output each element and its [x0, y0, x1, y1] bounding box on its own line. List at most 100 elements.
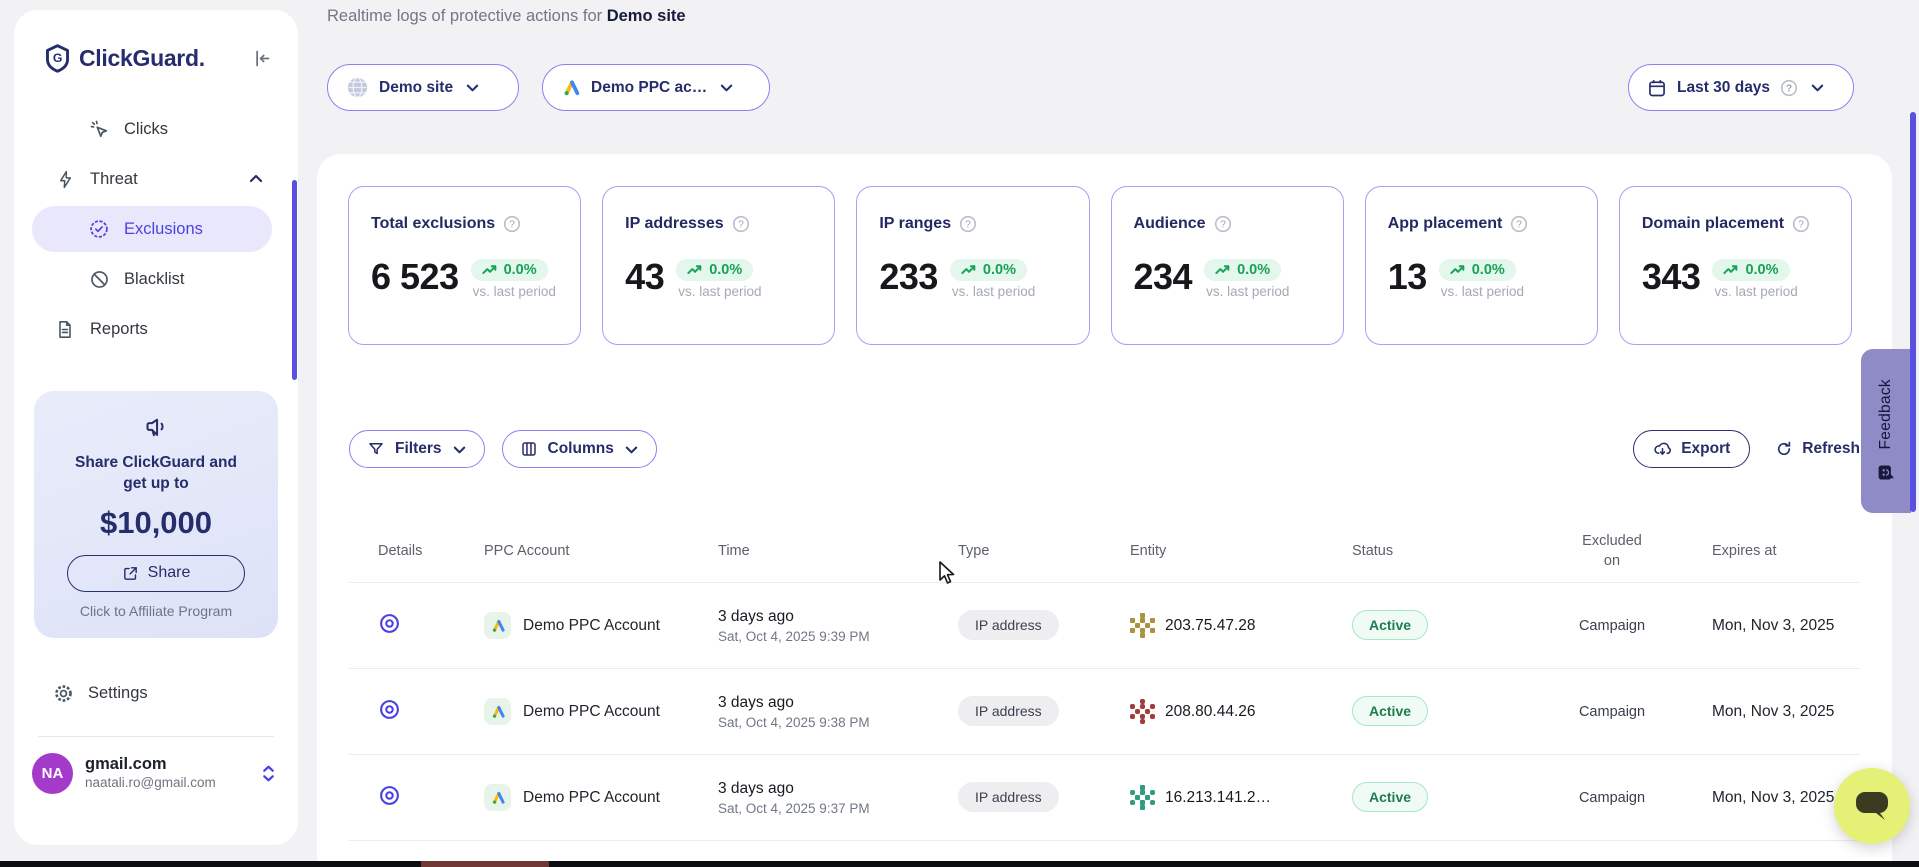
- help-icon[interactable]: ?: [1214, 215, 1232, 233]
- delta-badge: 0.0%: [1204, 259, 1281, 281]
- main-panel: Total exclusions ? 6 523 0.0% vs. last p…: [317, 154, 1892, 867]
- help-icon[interactable]: ?: [1792, 215, 1810, 233]
- expires-at-value: Mon, Nov 3, 2025: [1712, 617, 1860, 635]
- time-relative: 3 days ago: [718, 780, 958, 798]
- delta-caption: vs. last period: [1204, 284, 1289, 299]
- stat-card-app-placement: App placement ? 13 0.0% vs. last period: [1365, 186, 1598, 345]
- stat-value: 13: [1388, 259, 1427, 295]
- help-icon[interactable]: ?: [959, 215, 977, 233]
- chat-launcher-button[interactable]: [1834, 768, 1910, 844]
- delta-caption: vs. last period: [471, 284, 556, 299]
- logo-text: ClickGuard.: [79, 45, 205, 72]
- affiliate-link[interactable]: Click to Affiliate Program: [34, 603, 278, 619]
- details-button[interactable]: [378, 698, 401, 721]
- trend-up-icon: [687, 264, 703, 276]
- stat-value: 234: [1134, 259, 1193, 295]
- time-exact: Sat, Oct 4, 2025 9:37 PM: [718, 801, 958, 816]
- feedback-label: Feedback: [1877, 379, 1895, 449]
- chevron-up-icon[interactable]: [248, 171, 264, 187]
- sidebar-item-label: Clicks: [124, 120, 168, 139]
- details-button[interactable]: [378, 784, 401, 807]
- refresh-button[interactable]: Refresh: [1775, 440, 1860, 458]
- shield-logo-icon: G: [44, 44, 71, 73]
- expires-at-value: Mon, Nov 3, 2025: [1712, 703, 1860, 721]
- external-link-icon: [122, 565, 139, 582]
- stat-value: 6 523: [371, 259, 459, 295]
- sidebar-item-label: Blacklist: [124, 270, 185, 289]
- site-name: Demo site: [607, 7, 686, 25]
- table-row: Demo PPC Account 3 days agoSat, Oct 4, 2…: [349, 582, 1860, 668]
- ppc-account-selector[interactable]: Demo PPC ac…: [542, 64, 770, 111]
- user-menu[interactable]: NA gmail.com naatali.ro@gmail.com: [14, 753, 298, 794]
- filters-button[interactable]: Filters: [349, 430, 485, 468]
- delta-badge: 0.0%: [1439, 259, 1516, 281]
- stat-card-total-exclusions: Total exclusions ? 6 523 0.0% vs. last p…: [348, 186, 581, 345]
- trend-up-icon: [961, 264, 977, 276]
- col-status: Status: [1352, 543, 1512, 559]
- date-range-selector[interactable]: Last 30 days ?: [1628, 64, 1854, 111]
- site-selector[interactable]: Demo site: [327, 64, 519, 111]
- badge-check-icon: [88, 218, 110, 240]
- export-button[interactable]: Export: [1633, 430, 1750, 468]
- feedback-tab[interactable]: Feedback: [1861, 349, 1911, 513]
- sidebar-item-threat[interactable]: Threat: [14, 156, 298, 202]
- sidebar-item-label: Exclusions: [124, 220, 203, 239]
- help-icon[interactable]: ?: [1780, 79, 1798, 97]
- chevron-down-icon: [719, 80, 734, 95]
- sidebar-item-blacklist[interactable]: Blacklist: [14, 256, 298, 302]
- entity-identicon: [1130, 785, 1155, 810]
- details-button[interactable]: [378, 612, 401, 635]
- document-icon: [54, 319, 76, 340]
- sidebar-item-label: Settings: [88, 684, 148, 703]
- share-button[interactable]: Share: [67, 555, 245, 592]
- excluded-on-value: Campaign: [1512, 790, 1712, 806]
- promo-text: Share ClickGuard and get up to: [34, 453, 278, 495]
- svg-text:?: ?: [509, 220, 515, 231]
- status-badge: Active: [1352, 782, 1428, 812]
- trend-up-icon: [1723, 264, 1739, 276]
- entity-value: 208.80.44.26: [1165, 703, 1256, 721]
- svg-text:?: ?: [738, 220, 744, 231]
- excluded-on-value: Campaign: [1512, 618, 1712, 634]
- stats-row: Total exclusions ? 6 523 0.0% vs. last p…: [348, 186, 1852, 345]
- col-details: Details: [378, 543, 484, 559]
- help-icon[interactable]: ?: [732, 215, 750, 233]
- columns-button[interactable]: Columns: [502, 430, 657, 468]
- sidebar-item-clicks[interactable]: Clicks: [14, 106, 298, 152]
- page-scrollbar[interactable]: [1910, 112, 1916, 512]
- sidebar-collapse-icon[interactable]: [251, 48, 272, 69]
- stat-value: 233: [879, 259, 938, 295]
- logo-row: G ClickGuard.: [14, 10, 298, 80]
- stat-label: IP ranges: [879, 215, 951, 233]
- table-header: Details PPC Account Time Type Entity Sta…: [349, 520, 1860, 582]
- help-icon[interactable]: ?: [503, 215, 521, 233]
- affiliate-promo-card[interactable]: Share ClickGuard and get up to $10,000 S…: [34, 391, 278, 638]
- chevron-down-icon: [452, 442, 467, 457]
- svg-text:G: G: [53, 51, 62, 65]
- sidebar-item-reports[interactable]: Reports: [14, 306, 298, 352]
- table-row: Demo PPC Account 3 days agoSat, Oct 4, 2…: [349, 754, 1860, 840]
- globe-icon: [346, 76, 369, 99]
- help-icon[interactable]: ?: [1510, 215, 1528, 233]
- chevron-up-down-icon[interactable]: [261, 764, 276, 783]
- promo-amount: $10,000: [34, 505, 278, 541]
- stat-label: Total exclusions: [371, 215, 495, 233]
- sidebar-nav: Clicks Threat Exclusions Blacklist: [14, 106, 298, 352]
- gear-icon: [52, 683, 74, 704]
- sidebar-item-exclusions[interactable]: Exclusions: [32, 206, 272, 252]
- chevron-down-icon: [465, 80, 480, 95]
- refresh-icon: [1775, 440, 1793, 458]
- entity-value: 16.213.141.2…: [1165, 789, 1271, 807]
- svg-text:?: ?: [1786, 83, 1792, 94]
- entity-identicon: [1130, 613, 1155, 638]
- stat-label: IP addresses: [625, 215, 723, 233]
- type-badge: IP address: [958, 610, 1059, 640]
- ppc-account-name: Demo PPC Account: [523, 617, 660, 635]
- prohibit-icon: [88, 269, 110, 290]
- delta-caption: vs. last period: [676, 284, 761, 299]
- sidebar-scrollbar[interactable]: [292, 180, 297, 380]
- ppc-account-name: Demo PPC Account: [523, 703, 660, 721]
- status-badge: Active: [1352, 610, 1428, 640]
- stat-value: 43: [625, 259, 664, 295]
- sidebar-item-settings[interactable]: Settings: [14, 670, 298, 716]
